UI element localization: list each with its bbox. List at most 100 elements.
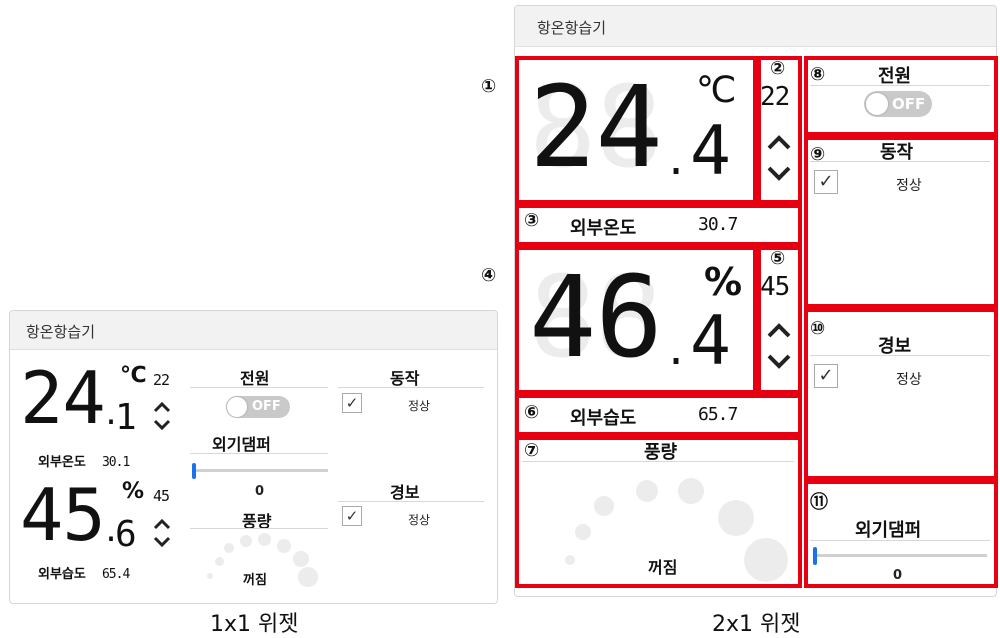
small-humidity-down-button[interactable] <box>151 534 173 550</box>
fan-dot <box>215 557 224 566</box>
large-power-toggle[interactable]: OFF <box>864 91 932 117</box>
small-damper-divider <box>190 453 328 454</box>
marker-7: ⑦ <box>524 440 540 461</box>
toggle-knob <box>227 397 247 417</box>
small-damper-slider-thumb[interactable] <box>192 463 196 479</box>
large-operation-checkbox[interactable]: ✓ <box>814 170 838 194</box>
large-damper-slider[interactable] <box>813 554 987 557</box>
fan-dot <box>298 567 318 587</box>
large-damper-value: 0 <box>893 568 903 583</box>
fan-dot <box>718 500 754 536</box>
check-icon: ✓ <box>818 171 834 192</box>
large-temp-dot: . <box>664 138 688 184</box>
large-damper-label: 외기댐퍼 <box>855 520 922 541</box>
large-fan-state: 꺼짐 <box>648 558 678 577</box>
large-alarm-status: 정상 <box>896 372 922 388</box>
small-humidity-up-button[interactable] <box>151 516 173 532</box>
large-humidity-up-button[interactable] <box>763 320 795 342</box>
large-widget-header: 항온항습기 <box>515 6 996 47</box>
marker-8: ⑧ <box>810 64 826 85</box>
marker-1: ① <box>481 76 497 97</box>
marker-3: ③ <box>524 210 540 231</box>
marker-2: ② <box>770 58 786 79</box>
small-operation-checkbox[interactable]: ✓ <box>342 393 362 413</box>
small-temp-up-button[interactable] <box>151 399 173 415</box>
small-widget: 항온항습기 24 . 1 ℃ 22 외부온도 30.1 45 . 6 % 45 … <box>9 310 498 604</box>
marker-6: ⑥ <box>524 402 540 423</box>
large-power-state: OFF <box>892 95 926 113</box>
large-outside-temp-label: 외부온도 <box>570 218 637 239</box>
small-operation-divider <box>338 387 484 388</box>
small-outside-humidity-value: 65.4 <box>101 567 130 582</box>
large-alarm-checkbox[interactable]: ✓ <box>814 364 838 388</box>
large-temp-value: 24 <box>529 63 663 193</box>
small-power-state: OFF <box>252 399 281 414</box>
large-power-divider <box>810 85 990 86</box>
chevron-up-icon <box>153 401 171 413</box>
outside-temp-panel <box>515 204 802 246</box>
toggle-knob <box>866 93 888 115</box>
chevron-up-icon <box>767 323 791 338</box>
fan-dot <box>594 496 614 516</box>
small-damper-value: 0 <box>255 484 265 499</box>
small-widget-header: 항온항습기 <box>10 311 497 350</box>
fan-dot <box>258 533 271 546</box>
small-humidity-setpoint: 45 <box>153 487 170 505</box>
large-widget-title: 항온항습기 <box>537 19 607 37</box>
check-icon: ✓ <box>818 365 834 386</box>
marker-11: ⑪ <box>810 492 828 513</box>
chevron-up-icon <box>767 135 791 150</box>
small-widget-caption: 1x1 위젯 <box>210 612 299 637</box>
fan-dot <box>240 535 252 547</box>
large-widget-caption: 2x1 위젯 <box>712 612 801 637</box>
small-widget-title: 항온항습기 <box>26 323 96 341</box>
small-temp-value: 24 <box>20 356 106 440</box>
small-power-divider <box>190 387 328 388</box>
fan-dot <box>636 480 658 502</box>
large-humidity-value: 46 <box>529 253 663 383</box>
outside-humidity-panel <box>515 394 802 436</box>
small-outside-humidity: 외부습도 65.4 <box>38 563 130 582</box>
small-temp-decimal: 1 <box>115 397 137 438</box>
small-temp-unit: ℃ <box>120 363 147 388</box>
small-alarm-divider <box>338 501 484 502</box>
small-outside-temp: 외부온도 30.1 <box>38 451 130 470</box>
fan-dot <box>207 573 213 579</box>
small-outside-temp-value: 30.1 <box>101 455 130 470</box>
large-outside-humidity-label: 외부습도 <box>570 408 637 429</box>
large-humidity-unit: % <box>704 260 743 304</box>
small-damper-slider[interactable] <box>192 469 328 472</box>
large-humidity-dot: . <box>664 328 688 374</box>
large-damper-divider <box>810 540 990 541</box>
large-temp-down-button[interactable] <box>763 162 795 184</box>
large-damper-slider-thumb[interactable] <box>813 547 817 565</box>
small-damper-label: 외기댐퍼 <box>212 435 271 454</box>
marker-5: ⑤ <box>770 248 786 269</box>
marker-10: ⑩ <box>810 318 826 339</box>
large-humidity-decimal: 4 <box>690 302 731 381</box>
small-temp-down-button[interactable] <box>151 417 173 433</box>
large-outside-temp-value: 30.7 <box>698 214 738 235</box>
small-temp-setpoint: 22 <box>153 371 170 389</box>
large-outside-humidity-value: 65.7 <box>698 404 738 425</box>
small-humidity-value: 45 <box>20 473 106 557</box>
chevron-down-icon <box>153 536 171 548</box>
small-fan-divider <box>190 528 328 529</box>
fan-dot <box>565 555 575 565</box>
small-power-toggle[interactable]: OFF <box>226 396 290 418</box>
large-humidity-down-button[interactable] <box>763 350 795 372</box>
check-icon: ✓ <box>345 507 359 525</box>
chevron-down-icon <box>767 166 791 181</box>
large-temp-up-button[interactable] <box>763 132 795 154</box>
fan-dot <box>575 524 591 540</box>
small-alarm-status: 정상 <box>408 513 431 527</box>
large-temp-setpoint: 22 <box>760 82 790 112</box>
chevron-up-icon <box>153 518 171 530</box>
chevron-down-icon <box>153 419 171 431</box>
large-humidity-setpoint: 45 <box>760 272 790 302</box>
large-temp-decimal: 4 <box>690 112 731 191</box>
large-operation-status: 정상 <box>896 178 922 194</box>
small-humidity-unit: % <box>122 479 145 504</box>
small-alarm-checkbox[interactable]: ✓ <box>342 506 362 526</box>
small-outside-temp-label: 외부온도 <box>38 455 86 470</box>
